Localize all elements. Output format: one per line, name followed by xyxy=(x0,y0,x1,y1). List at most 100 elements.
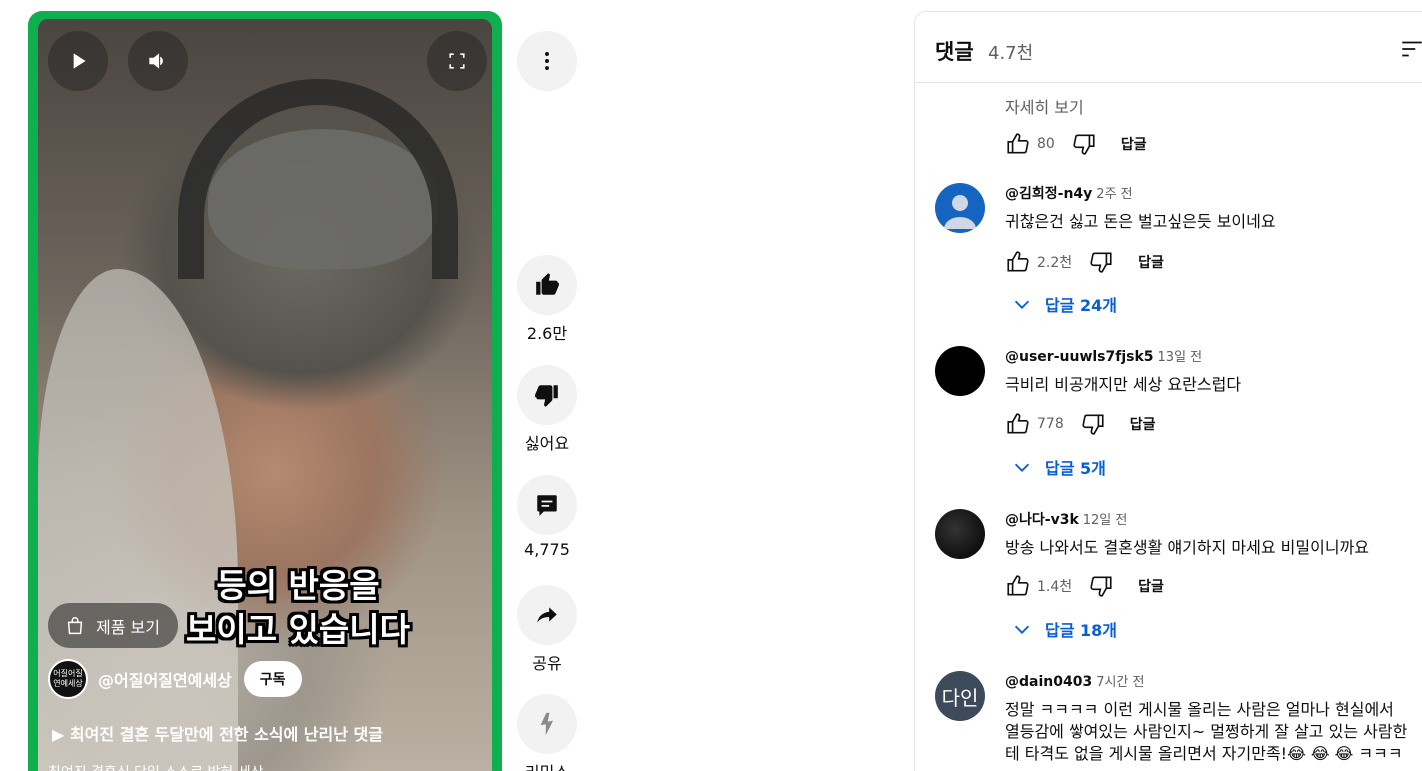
comment-dislike-button[interactable] xyxy=(1088,249,1114,275)
view-products-label: 제품 보기 xyxy=(96,617,160,637)
like-count: 2.6만 xyxy=(526,324,568,343)
fullscreen-icon xyxy=(449,53,465,69)
comment-time[interactable]: 7시간 전 xyxy=(1096,675,1144,690)
view-replies-label: 답글 18개 xyxy=(1045,621,1117,640)
comment-author[interactable]: @user-uuwls7fjsk5 xyxy=(1005,349,1154,365)
subscribe-button[interactable]: 구독 xyxy=(243,661,302,697)
channel-handle[interactable]: @어질어질연예세상 xyxy=(98,667,232,691)
remix-icon xyxy=(540,712,554,736)
video-description: 최여진 결혼식 당일 스스로 밝혀 세상 xyxy=(48,762,263,771)
reply-button[interactable]: 답글 xyxy=(1130,414,1156,434)
channel-avatar-text: 어질어질 연예세상 xyxy=(53,669,83,688)
comments-header: 댓글 4.7천 xyxy=(915,12,1422,83)
comment-avatar[interactable] xyxy=(935,183,985,233)
comment-dislike-button[interactable] xyxy=(1071,131,1097,157)
comment-avatar[interactable]: 다인 xyxy=(935,671,985,721)
comment-count: 4,775 xyxy=(524,540,570,559)
thumbs-down-outline-icon xyxy=(1073,134,1095,155)
thumbs-up-outline-icon xyxy=(1007,251,1029,272)
comment-like-count: 80 xyxy=(1037,136,1055,152)
thumbs-down-outline-icon xyxy=(1090,252,1112,273)
thumbs-down-icon xyxy=(535,385,558,407)
chevron-down-icon xyxy=(1014,300,1030,309)
comments-title: 댓글 xyxy=(935,40,974,64)
comment-text-line: 테 타격도 없을 게시물 올리면서 자기만족!😂 😂 😂 ㅋㅋㅋ xyxy=(1005,744,1403,763)
play-button[interactable] xyxy=(48,31,108,91)
comment-like-count: 2.2천 xyxy=(1037,255,1073,271)
volume-button[interactable] xyxy=(128,31,188,91)
share-button[interactable] xyxy=(517,585,577,645)
comment-text-line: 열등감에 쌓여있는 사람인지~ 멀쩡하게 잘 살고 있는 사람한 xyxy=(1005,722,1408,741)
sort-button[interactable] xyxy=(1399,36,1422,62)
comment-like-count: 778 xyxy=(1037,416,1064,432)
comment-text: 귀찮은건 싫고 돈은 벌고싶은듯 보이네요 xyxy=(1005,212,1276,231)
thumbs-up-outline-icon xyxy=(1007,575,1029,596)
view-replies-label: 답글 5개 xyxy=(1045,459,1106,478)
shorts-page: 등의 반응을 보이고 있습니다 제품 보기 어질어질 연예세상 @어질어질연예세… xyxy=(0,0,1422,771)
more-vert-icon xyxy=(545,52,549,70)
thumbs-down-outline-icon xyxy=(1090,576,1112,597)
view-replies-button[interactable]: 답글 5개 xyxy=(1011,453,1106,481)
comment-time[interactable]: 12일 전 xyxy=(1083,513,1128,528)
share-label: 공유 xyxy=(532,654,562,673)
share-arrow-icon xyxy=(537,607,557,623)
comment-like-button[interactable] xyxy=(1005,249,1031,275)
comments-count: 4.7천 xyxy=(988,43,1034,64)
view-replies-button[interactable]: 답글 24개 xyxy=(1011,290,1117,318)
comment-body: @김희정-n4y 2주 전 귀찮은건 싫고 돈은 벌고싶은듯 보이네요 xyxy=(1005,183,1422,233)
play-icon xyxy=(73,53,86,69)
reply-button[interactable]: 답글 xyxy=(1138,252,1164,272)
shopping-bag-icon xyxy=(67,616,83,634)
comment-body: @나다-v3k 12일 전 방송 나와서도 결혼생활 얘기하지 마세요 비밀이니까… xyxy=(1005,509,1422,559)
thumbs-up-icon xyxy=(536,273,559,295)
dislike-button[interactable] xyxy=(517,365,577,425)
view-products-button[interactable]: 제품 보기 xyxy=(48,603,178,648)
remix-button[interactable] xyxy=(517,694,577,754)
comment-like-button[interactable] xyxy=(1005,131,1031,157)
comment-text-line: 정말 ㅋㅋㅋㅋ 이런 게시물 올리는 사람은 얼마나 현실에서 xyxy=(1005,700,1394,719)
comment-actions: 80 답글 xyxy=(1005,130,1147,158)
caption-line-2: 보이고 있습니다 xyxy=(185,610,410,649)
read-more-link[interactable]: 자세히 보기 xyxy=(1005,94,1084,118)
comment-like-button[interactable] xyxy=(1005,573,1031,599)
like-button[interactable] xyxy=(517,255,577,315)
comments-button[interactable] xyxy=(517,475,577,535)
default-avatar-icon xyxy=(944,195,976,229)
view-replies-button[interactable]: 답글 18개 xyxy=(1011,615,1117,643)
thumbs-up-outline-icon xyxy=(1007,413,1029,434)
caption-line-1: 등의 반응을 xyxy=(216,566,380,605)
comment-body: @user-uuwls7fjsk5 13일 전 극비리 비공개지만 세상 요란스럽… xyxy=(1005,346,1422,396)
comment-author[interactable]: @dain0403 xyxy=(1005,674,1092,690)
comment-actions: 1.4천 답글 xyxy=(1005,572,1164,600)
comment-author[interactable]: @나다-v3k xyxy=(1005,512,1079,528)
comment-time[interactable]: 2주 전 xyxy=(1096,187,1132,202)
comment-dislike-button[interactable] xyxy=(1088,573,1114,599)
comment-text: 극비리 비공개지만 세상 요란스럽다 xyxy=(1005,375,1242,394)
comment-avatar-text: 다인 xyxy=(941,685,979,710)
more-options-button[interactable] xyxy=(517,31,577,91)
view-replies-label: 답글 24개 xyxy=(1045,296,1117,315)
reply-button[interactable]: 답글 xyxy=(1121,134,1147,154)
comment-icon xyxy=(537,495,557,516)
video-title[interactable]: ▶ 최여진 결혼 두달만에 전한 소식에 난리난 댓글 xyxy=(52,721,383,745)
comment-text: 방송 나와서도 결혼생활 얘기하지 마세요 비밀이니까요 xyxy=(1005,538,1369,557)
shorts-player[interactable]: 등의 반응을 보이고 있습니다 xyxy=(28,11,502,771)
volume-icon xyxy=(149,53,163,69)
comments-panel: 댓글 4.7천 자세히 보기 80 답글 @김희정-n4y 2주 전 귀찮은건 … xyxy=(914,11,1422,771)
chevron-down-icon xyxy=(1014,463,1030,472)
chevron-down-icon xyxy=(1014,625,1030,634)
thumbs-down-outline-icon xyxy=(1082,414,1104,435)
reply-button[interactable]: 답글 xyxy=(1138,576,1164,596)
comment-text: 정말 ㅋㅋㅋㅋ 이런 게시물 올리는 사람은 얼마나 현실에서 열등감에 쌓여있… xyxy=(1005,699,1422,765)
comment-author[interactable]: @김희정-n4y xyxy=(1005,186,1092,202)
video-burned-caption: 등의 반응을 보이고 있습니다 xyxy=(148,564,448,652)
comment-avatar[interactable] xyxy=(935,509,985,559)
channel-avatar[interactable]: 어질어질 연예세상 xyxy=(48,659,88,699)
comment-like-button[interactable] xyxy=(1005,411,1031,437)
comment-time[interactable]: 13일 전 xyxy=(1158,350,1203,365)
action-bar: 2.6만 싫어요 4,775 공유 리믹스 xyxy=(517,0,577,771)
fullscreen-button[interactable] xyxy=(427,31,487,91)
comment-dislike-button[interactable] xyxy=(1080,411,1106,437)
comment-avatar[interactable] xyxy=(935,346,985,396)
thumbs-up-outline-icon xyxy=(1007,133,1029,154)
